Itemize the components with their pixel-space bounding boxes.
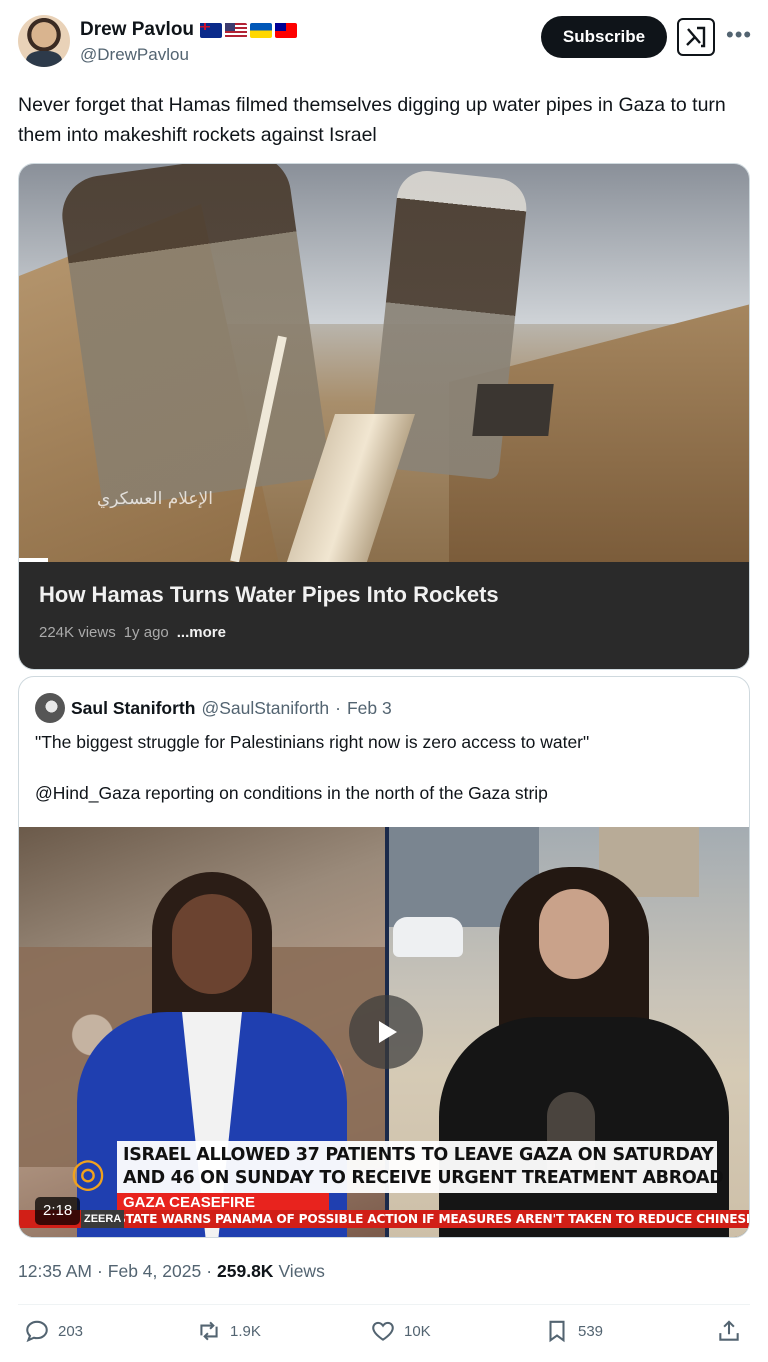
video-title[interactable]: How Hamas Turns Water Pipes Into Rockets [39,582,499,608]
author-handle[interactable]: @DrewPavlou [80,45,189,65]
action-bar: 203 1.9K 10K 539 [18,1318,750,1354]
reply-count: 203 [58,1322,84,1340]
australia-flag-icon [200,22,223,38]
quoted-author-handle[interactable]: @SaulStaniforth [201,698,329,719]
video-meta: 224K views 1y ago ...more [39,624,226,641]
views-count: 259.8K [217,1261,274,1281]
video-views: 224K views [39,624,116,641]
quoted-video[interactable]: ◎ ISRAEL ALLOWED 37 PATIENTS TO LEAVE GA… [19,827,749,1237]
quoted-tweet-text-line1: "The biggest struggle for Palestinians r… [35,732,590,752]
bookmark-button[interactable]: 539 [544,1318,603,1344]
divider [18,1304,750,1305]
network-logo-icon: ◎ [70,1149,106,1196]
quoted-tweet[interactable]: Saul Staniforth @SaulStaniforth · Feb 3 … [18,676,750,1238]
video-info-panel: How Hamas Turns Water Pipes Into Rockets… [19,562,749,669]
headline-line1: ISRAEL ALLOWED 37 PATIENTS TO LEAVE GAZA… [123,1145,714,1165]
separator-dot: · [335,698,341,718]
tweet-meta: 12:35 AM · Feb 4, 2025 · 259.8K Views [18,1261,325,1282]
youtube-card[interactable]: الإعلام العسكري How Hamas Turns Water Pi… [18,163,750,670]
network-label: ZEERA [81,1210,125,1228]
share-icon [719,1320,739,1341]
reply-button[interactable]: 203 [24,1318,83,1344]
repost-button[interactable]: 1.9K [196,1318,261,1344]
flag-emojis [200,22,298,38]
quoted-tweet-header: Saul Staniforth @SaulStaniforth · Feb 3 [71,698,392,719]
video-duration: 2:18 [35,1197,81,1225]
video-thumbnail[interactable]: الإعلام العسكري [19,164,749,574]
tweet-text: Never forget that Hamas filmed themselve… [18,94,726,146]
quoted-tweet-date[interactable]: Feb 3 [347,698,392,719]
headline-box: ISRAEL ALLOWED 37 PATIENTS TO LEAVE GAZA… [117,1141,724,1193]
repost-count: 1.9K [230,1322,261,1340]
more-link[interactable]: ...more [177,624,226,641]
grok-icon [686,26,706,48]
views-label: Views [278,1261,325,1281]
play-icon [379,1021,397,1043]
video-age: 1y ago [123,624,169,641]
headline-line2: AND 46 ON SUNDAY TO RECEIVE URGENT TREAT… [123,1168,724,1188]
repost-icon [200,1321,218,1341]
subscribe-button[interactable]: Subscribe [541,16,667,58]
quoted-author-name[interactable]: Saul Staniforth [71,698,195,719]
news-ticker: STATE WARNS PANAMA OF POSSIBLE ACTION IF… [19,1210,749,1228]
separator-dot: · [96,1261,103,1281]
tweet-time[interactable]: 12:35 AM [18,1261,92,1282]
play-button[interactable] [349,995,423,1069]
separator-dot: · [206,1261,213,1281]
more-icon[interactable]: ••• [726,24,752,46]
grok-button[interactable] [677,18,715,56]
like-count: 10K [404,1322,431,1340]
heart-icon [372,1321,394,1341]
ukraine-flag-icon [250,22,273,38]
like-button[interactable]: 10K [370,1318,431,1344]
quoted-tweet-text-line2: @Hind_Gaza reporting on conditions in th… [35,783,548,803]
bookmark-count: 539 [578,1322,604,1340]
reply-icon [26,1320,48,1343]
author-name-row[interactable]: Drew Pavlou [80,19,298,41]
tweet-date[interactable]: Feb 4, 2025 [108,1261,201,1282]
author-display-name[interactable]: Drew Pavlou [80,19,194,41]
taiwan-flag-icon [275,22,298,38]
usa-flag-icon [225,22,248,38]
bookmark-icon [549,1320,565,1343]
quoted-author-avatar[interactable] [35,693,65,723]
share-button[interactable] [716,1318,742,1344]
author-avatar[interactable] [18,15,70,67]
thumbnail-watermark: الإعلام العسكري [97,489,213,509]
